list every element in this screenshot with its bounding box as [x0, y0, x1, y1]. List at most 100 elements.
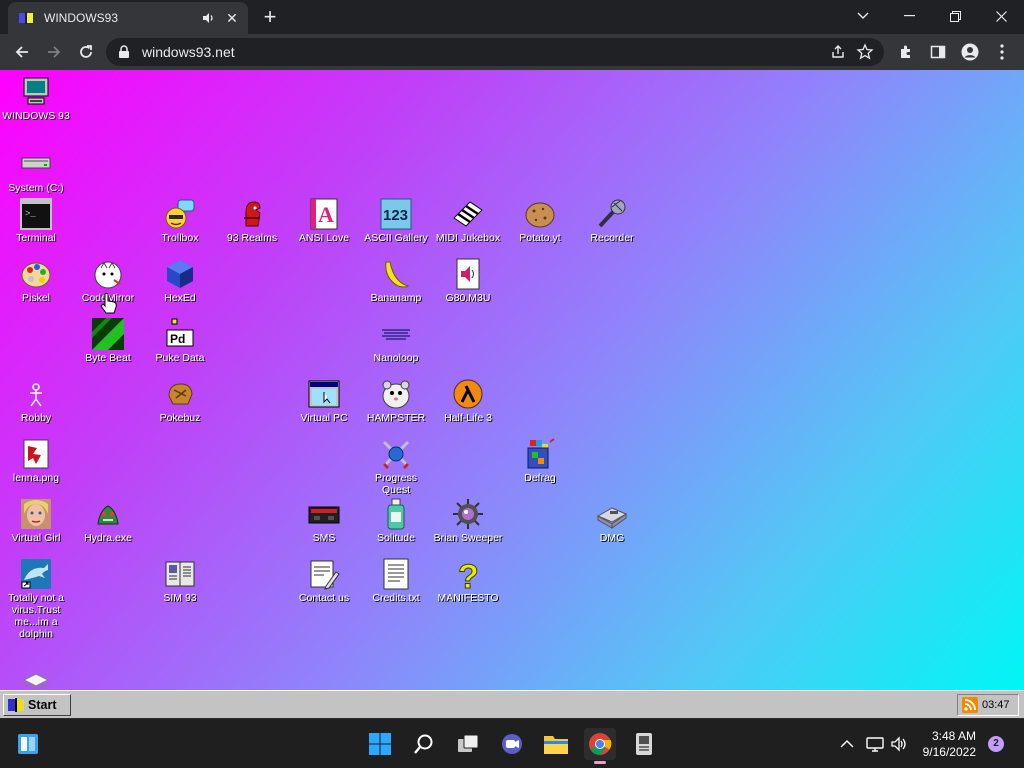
menu-icon[interactable] [992, 42, 1012, 62]
extensions-icon[interactable] [896, 42, 916, 62]
lock-icon[interactable] [118, 45, 130, 59]
app-manager-icon[interactable] [628, 728, 660, 760]
desktop-icon-virtual-pc[interactable]: Virtual PC [288, 378, 360, 424]
win93-clock: 03:47 [982, 699, 1010, 711]
microphone-icon [596, 198, 628, 230]
desktop-icon-nanoloop[interactable]: Nanoloop [360, 318, 432, 364]
browser-tab-strip: WINDOWS93 ✕ + [0, 0, 1024, 34]
svg-text:123: 123 [383, 207, 408, 224]
file-explorer-icon[interactable] [540, 728, 572, 760]
active-app-indicator [594, 761, 606, 764]
desktop-icon-sms[interactable]: SMS [288, 498, 360, 544]
desktop-icon-windows93[interactable]: WINDOWS 93 [0, 76, 72, 122]
dolphin-icon [20, 558, 52, 590]
desktop-icon-byte-beat[interactable]: Byte Beat [72, 318, 144, 364]
desktop-icon-puke-data[interactable]: Pd Puke Data [144, 318, 216, 364]
task-view-icon[interactable] [452, 728, 484, 760]
desktop-icon-pokebuz[interactable]: Pokebuz [144, 378, 216, 424]
win93-system-tray: 03:47 [957, 694, 1019, 716]
desktop-icon-manifesto[interactable]: ? MANIFESTO [432, 558, 504, 605]
windows-start-icon[interactable] [364, 728, 396, 760]
win93-taskbar: Start 03:47 [0, 690, 1024, 718]
paper-stack-icon [20, 670, 52, 690]
drive-icon [20, 148, 52, 180]
cat-icon [92, 258, 124, 290]
browser-tab[interactable]: WINDOWS93 ✕ [8, 2, 248, 34]
desktop-icon-cutoff[interactable] [0, 670, 72, 690]
piano-icon [452, 198, 484, 230]
rss-icon[interactable] [962, 697, 978, 713]
browser-toolbar: windows93.net [0, 34, 1024, 70]
desktop-icon-solitude[interactable]: Solitude [360, 498, 432, 544]
console-icon [308, 498, 340, 530]
desktop-icon-brian-sweeper[interactable]: Brian Sweeper [432, 498, 504, 544]
desktop-icon-midi-jukebox[interactable]: MIDI Jukebox [432, 198, 504, 244]
win93-desktop: WINDOWS 93 System (C:) >_ Terminal Piske… [0, 70, 1024, 690]
puredata-icon: Pd [164, 318, 196, 350]
desktop-icon-robby[interactable]: Robby [0, 378, 72, 424]
system-clock[interactable]: 3:48 AM 9/16/2022 [923, 728, 976, 760]
face-icon [20, 498, 52, 530]
desktop-icon-piskel[interactable]: Piskel [0, 258, 72, 304]
desktop-icon-system-c[interactable]: System (C:) [0, 148, 72, 194]
back-button[interactable] [8, 38, 36, 66]
start-button[interactable]: Start [3, 694, 71, 716]
desktop-icon-virtual-girl[interactable]: Virtual Girl [0, 498, 72, 544]
desktop-icon-ansi-love[interactable]: A ANSI Love [288, 198, 360, 244]
url-text[interactable]: windows93.net [142, 44, 235, 60]
profile-icon[interactable] [960, 42, 980, 62]
desktop-icon-hampster[interactable]: HAMPSTER [360, 378, 432, 424]
clock-time: 3:48 AM [931, 729, 976, 743]
desktop-icon-terminal[interactable]: >_ Terminal [0, 198, 72, 244]
volume-icon[interactable] [888, 728, 910, 760]
contact-icon [308, 558, 340, 590]
desktop-icon-half-life-3[interactable]: Half-Life 3 [432, 378, 504, 424]
chrome-taskbar-icon[interactable] [584, 728, 616, 764]
share-icon[interactable] [830, 44, 846, 60]
tab-close-icon[interactable]: ✕ [224, 10, 240, 26]
clock-date: 9/16/2022 [922, 745, 976, 759]
new-tab-button[interactable]: + [258, 6, 282, 30]
desktop-icon-dolphin[interactable]: Totally not a virus.Trust me...im a dolp… [0, 558, 72, 640]
desktop-icon-credits[interactable]: Credits.txt [360, 558, 432, 604]
cube-icon [164, 258, 196, 290]
palette-icon [20, 258, 52, 290]
desktop-icon-hydra[interactable]: Hydra.exe [72, 498, 144, 544]
forward-button[interactable] [40, 38, 68, 66]
desktop-icon-progress-quest[interactable]: Progress Quest [360, 438, 432, 496]
ascii-icon: 123 [380, 198, 412, 230]
desktop-icon-dmg[interactable]: DMG [576, 498, 648, 544]
desktop-icon-g80-m3u[interactable]: G80.M3U [432, 258, 504, 304]
desktop-icon-93-realms[interactable]: 93 Realms [216, 198, 288, 244]
tab-audio-icon[interactable] [202, 11, 216, 25]
desktop-icon-lenna[interactable]: lenna.png [0, 438, 72, 484]
restore-button[interactable] [932, 0, 978, 32]
search-icon[interactable] [408, 728, 440, 760]
side-panel-icon[interactable] [928, 42, 948, 62]
desktop-icon-potato[interactable]: Potato.yt [504, 198, 576, 244]
show-hidden-icons-chevron-icon[interactable] [836, 728, 858, 760]
close-window-button[interactable] [978, 0, 1024, 32]
address-bar[interactable]: windows93.net [106, 38, 884, 66]
tab-search-icon[interactable] [840, 0, 886, 32]
desktop-icon-trollbox[interactable]: Trollbox [144, 198, 216, 244]
desktop-icon-contact-us[interactable]: Contact us [288, 558, 360, 604]
svg-text:Pd: Pd [170, 332, 185, 346]
desktop-icon-recorder[interactable]: Recorder [576, 198, 648, 244]
bookmark-star-icon[interactable] [856, 43, 874, 61]
reload-button[interactable] [72, 38, 100, 66]
network-icon[interactable] [864, 728, 886, 760]
windows93-logo-icon [8, 698, 24, 712]
widgets-icon[interactable] [12, 728, 44, 760]
svg-text:?: ? [458, 558, 479, 590]
minimize-button[interactable] [886, 0, 932, 32]
computer-icon [20, 76, 52, 108]
notification-badge[interactable]: 2 [988, 736, 1004, 752]
chat-icon[interactable] [496, 728, 528, 760]
desktop-icon-defrag[interactable]: Defrag [504, 438, 576, 484]
desktop-icon-hexed[interactable]: HexEd [144, 258, 216, 304]
desktop-icon-ascii-gallery[interactable]: 123 ASCII Gallery [360, 198, 432, 244]
desktop-icon-sim93[interactable]: SIM 93 [144, 558, 216, 604]
desktop-icon-bananamp[interactable]: Bananamp [360, 258, 432, 304]
stickman-icon [20, 378, 52, 410]
